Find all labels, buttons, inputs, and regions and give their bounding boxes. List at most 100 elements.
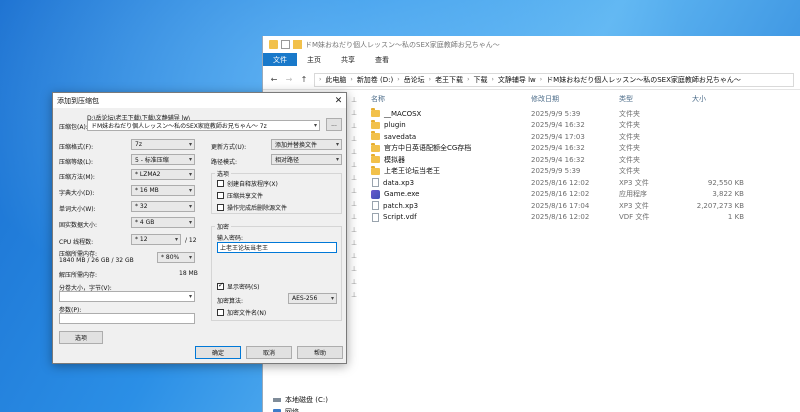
file-icon (372, 201, 379, 211)
archive-path-combo[interactable]: ドM妹おねだり個人レッスン～私のSEX家庭教師お兄ちゃん～ 7z ▾ (87, 120, 320, 131)
solid-size-value: * 4 GB (135, 219, 155, 226)
chevron-down-icon: ▾ (313, 122, 317, 129)
format-select[interactable]: 7z ▾ (131, 139, 195, 150)
close-icon[interactable]: ✕ (331, 96, 346, 106)
update-mode-select[interactable]: 添加并替换文件 ▾ (271, 139, 342, 150)
column-header-size[interactable]: 大小 (692, 94, 744, 104)
breadcrumb-laowang[interactable]: 老王下载 (435, 75, 463, 85)
file-row[interactable]: Game.exe 2025/8/16 12:02 应用程序 3,822 KB (363, 189, 800, 201)
pin-icon: ⊥ (351, 252, 358, 260)
pin-icon: ⊥ (351, 109, 358, 117)
options-button[interactable]: 选项 (59, 331, 103, 344)
file-size: 2,207,273 KB (696, 201, 744, 210)
file-row[interactable]: 模拟器 2025/9/4 16:32 文件夹 (363, 154, 800, 166)
up-arrow-icon[interactable]: ↑ (299, 75, 309, 84)
nav-item-network[interactable]: 网络 (273, 407, 328, 412)
shared-files-checkbox[interactable]: 压缩共享文件 (217, 191, 263, 200)
column-header-type[interactable]: 类型 (619, 94, 692, 104)
pin-icon: ⊥ (351, 174, 358, 182)
drive-icon (273, 398, 281, 402)
chevron-down-icon: ▾ (335, 141, 339, 148)
file-row[interactable]: 上老王论坛当老王 2025/9/9 5:39 文件夹 (363, 165, 800, 178)
file-type: 文件夹 (619, 121, 640, 130)
chevron-down-icon: ▾ (188, 203, 192, 210)
archive-path-value: ドM妹おねだり個人レッスン～私のSEX家庭教師お兄ちゃん～ 7z (91, 123, 267, 130)
tab-view[interactable]: 查看 (365, 53, 399, 66)
dictionary-select[interactable]: * 16 MB ▾ (131, 185, 195, 196)
password-input[interactable]: 上老王论坛当老王 (217, 242, 337, 253)
column-header-name[interactable]: 名称 (371, 94, 531, 104)
back-arrow-icon[interactable]: ← (269, 75, 279, 84)
file-row[interactable]: 官方中日英语配额全CG存档 2025/9/4 16:32 文件夹 (363, 142, 800, 155)
file-row[interactable]: savedata 2025/9/4 17:03 文件夹 (363, 131, 800, 143)
file-row[interactable]: plugin 2025/9/4 16:32 文件夹 (363, 119, 800, 132)
file-row[interactable]: data.xp3 2025/8/16 12:02 XP3 文件 92,550 K… (363, 177, 800, 189)
browse-button[interactable]: ... (326, 118, 342, 131)
tab-home[interactable]: 主页 (297, 53, 331, 66)
checkbox-label: 加密文件名(N) (227, 310, 267, 317)
file-icon (372, 212, 379, 222)
pin-icon: ⊥ (351, 161, 358, 169)
address-bar[interactable]: › 此电脑 › 新加卷 (D:) › 岳论坛 › 老王下载 › 下载 › 文静辅… (314, 72, 794, 87)
file-row[interactable]: patch.xp3 2025/8/16 17:04 XP3 文件 2,207,2… (363, 200, 800, 212)
help-button[interactable]: 帮助 (297, 346, 343, 359)
file-type: XP3 文件 (619, 201, 649, 210)
new-folder-icon[interactable] (293, 40, 302, 49)
address-bar-row: ← → ↑ › 此电脑 › 新加卷 (D:) › 岳论坛 › 老王下载 › 下载… (263, 70, 800, 90)
file-name: 官方中日英语配额全CG存档 (384, 144, 472, 153)
file-date: 2025/9/4 17:03 (531, 132, 585, 141)
delete-after-checkbox[interactable]: 操作完成后删除源文件 (217, 203, 287, 212)
pin-icon: ⊥ (351, 265, 358, 273)
cancel-button[interactable]: 取消 (246, 346, 292, 359)
path-mode-value: 相对路径 (275, 157, 300, 164)
memory-detail: 1840 MB / 26 GB / 32 GB (59, 257, 134, 264)
memory-select[interactable]: * 80% ▾ (157, 252, 195, 263)
pin-icon: ⊥ (351, 96, 358, 104)
show-password-checkbox[interactable]: 显示密码(S) (217, 281, 260, 291)
encrypt-names-checkbox[interactable]: 加密文件名(N) (217, 308, 266, 317)
file-row[interactable]: __MACOSX 2025/9/9 5:39 文件夹 (363, 108, 800, 120)
tab-share[interactable]: 共享 (331, 53, 365, 66)
solid-size-select[interactable]: * 4 GB ▾ (131, 217, 195, 228)
breadcrumb-current[interactable]: ドM妹おねだり個人レッスン～私のSEX家庭教師お兄ちゃん～ (546, 75, 741, 85)
file-date: 2025/9/9 5:39 (531, 109, 581, 118)
word-size-select[interactable]: * 32 ▾ (131, 201, 195, 212)
sfx-checkbox[interactable]: 创建自释放程序(X) (217, 179, 278, 188)
pin-icon: ⊥ (351, 278, 358, 286)
level-select[interactable]: 5 - 标准压缩 ▾ (131, 154, 195, 165)
column-header-date[interactable]: 修改日期 (531, 94, 619, 104)
breadcrumb-forum[interactable]: 岳论坛 (404, 75, 425, 85)
method-select[interactable]: * LZMA2 ▾ (131, 169, 195, 180)
pin-icon: ⊥ (351, 200, 358, 208)
chevron-down-icon: ▾ (188, 293, 192, 300)
checkbox-box (217, 180, 224, 187)
breadcrumb-download[interactable]: 下载 (473, 75, 487, 85)
chevron-down-icon: ▾ (330, 295, 334, 302)
update-mode-label: 更新方式(U): (211, 144, 247, 151)
nav-item-local-disk[interactable]: 本地磁盘 (C:) (273, 395, 328, 405)
breadcrumb-this-pc[interactable]: 此电脑 (325, 75, 346, 85)
checkbox-box (217, 309, 224, 316)
encryption-method-select[interactable]: AES-256 ▾ (288, 293, 337, 304)
file-row[interactable]: Script.vdf 2025/8/16 12:02 VDF 文件 1 KB (363, 212, 800, 224)
chevron-right-icon: › (428, 76, 432, 83)
ok-button[interactable]: 确定 (195, 346, 241, 359)
forward-arrow-icon[interactable]: → (284, 75, 294, 84)
chevron-right-icon: › (397, 76, 400, 83)
chevron-down-icon: ▾ (174, 236, 178, 243)
params-input[interactable] (59, 313, 195, 324)
file-date: 2025/9/4 16:32 (531, 155, 585, 164)
file-type: 文件夹 (619, 167, 640, 176)
path-mode-select[interactable]: 相对路径 ▾ (271, 154, 342, 165)
dialog-title: 添加到压缩包 (57, 96, 99, 105)
dictionary-value: * 16 MB (135, 187, 159, 194)
breadcrumb-lw[interactable]: 文静辅导 lw (498, 75, 536, 85)
tab-file[interactable]: 文件 (263, 53, 297, 66)
method-value: * LZMA2 (135, 171, 161, 178)
file-type: 文件夹 (619, 144, 640, 153)
threads-select[interactable]: * 12 ▾ (131, 234, 181, 245)
properties-icon[interactable] (281, 40, 290, 49)
split-select[interactable]: ▾ (59, 291, 195, 302)
breadcrumb-drive-d[interactable]: 新加卷 (D:) (357, 75, 393, 85)
file-type: 文件夹 (619, 109, 640, 118)
